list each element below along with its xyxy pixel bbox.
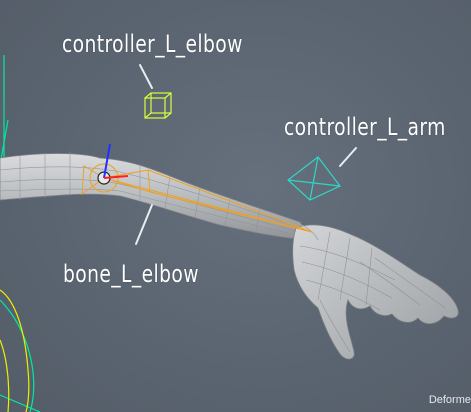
yellow-curve [0,289,30,412]
scene-canvas[interactable] [0,0,471,412]
label-bone-l-elbow: bone_L_elbow [63,260,199,288]
pyramid-control-icon[interactable] [287,156,341,201]
3d-viewport[interactable]: controller_L_elbow controller_L_arm bone… [0,0,471,412]
guide-lines [0,55,41,412]
arm-mesh [0,152,311,241]
viewport-status-text: Deforme [428,394,471,406]
label-controller-l-elbow: controller_L_elbow [62,30,243,58]
label-controller-l-arm: controller_L_arm [284,113,446,141]
cube-control-icon[interactable] [144,92,172,119]
hand-mesh [292,223,459,360]
